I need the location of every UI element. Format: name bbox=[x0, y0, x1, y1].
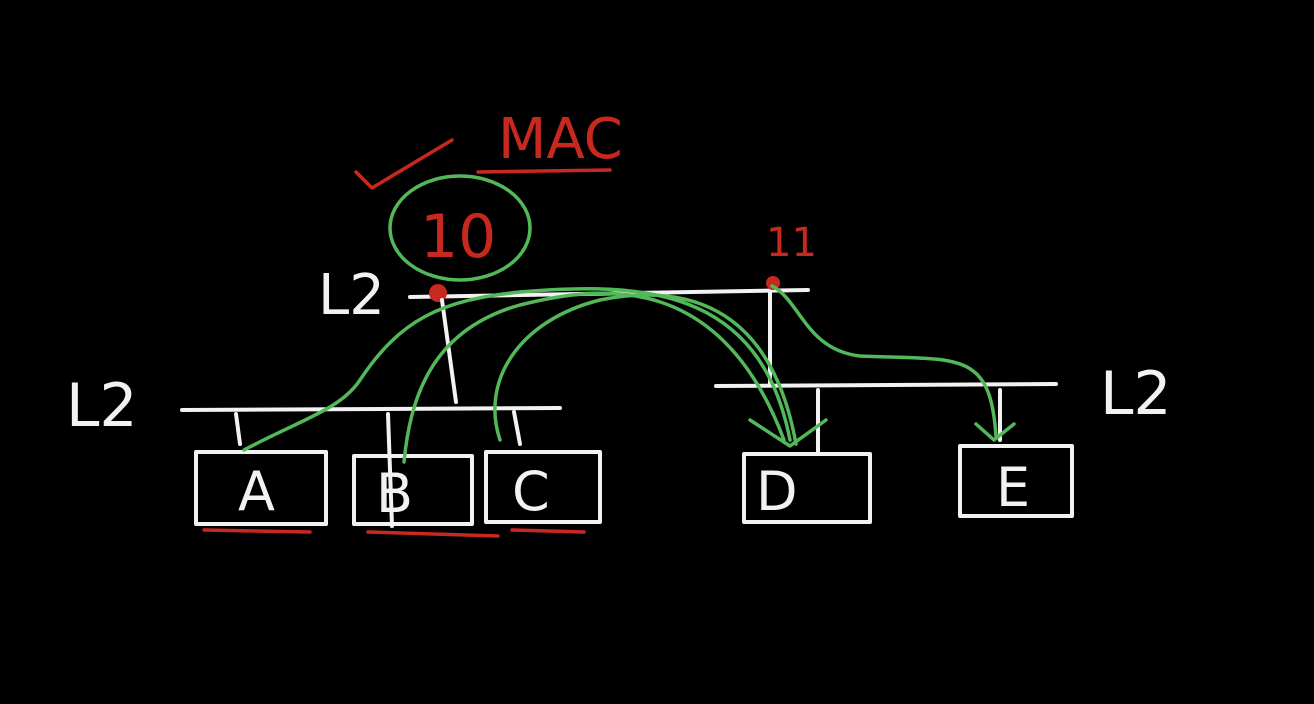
drop-c bbox=[512, 410, 522, 446]
host-c: C bbox=[484, 450, 602, 534]
host-b-label: B bbox=[376, 462, 413, 525]
host-c-label: C bbox=[512, 460, 550, 523]
mac-annotation: MAC bbox=[354, 107, 623, 190]
check-mark-icon bbox=[354, 138, 454, 190]
switch-right-top-label: 11 bbox=[766, 220, 817, 266]
host-a: A bbox=[194, 450, 328, 534]
host-a-underline bbox=[202, 528, 312, 534]
switch-left-top-label: 10 bbox=[420, 202, 496, 272]
layer-right-label: L2 bbox=[1100, 359, 1172, 429]
layer-left-label: L2 bbox=[66, 371, 138, 441]
drop-a bbox=[234, 412, 242, 446]
right-bus-line bbox=[714, 382, 1058, 388]
diagram-svg: MAC 10 11 L2 L2 L2 A B C D E bbox=[66, 107, 1172, 538]
port-dot-left bbox=[429, 284, 447, 302]
layer-top-label: L2 bbox=[318, 263, 385, 328]
mac-label: MAC bbox=[498, 107, 623, 172]
host-a-label: A bbox=[238, 460, 275, 523]
host-d-label: D bbox=[756, 460, 798, 523]
host-b-underline bbox=[366, 530, 500, 538]
host-d: D bbox=[742, 452, 872, 524]
host-e-label: E bbox=[996, 456, 1030, 519]
host-b: B bbox=[352, 454, 500, 538]
host-e: E bbox=[958, 444, 1074, 519]
path-to-e bbox=[770, 284, 998, 438]
right-segment: L2 bbox=[714, 290, 1172, 454]
mac-underline bbox=[476, 168, 612, 174]
host-c-underline bbox=[510, 528, 586, 534]
network-diagram: MAC 10 11 L2 L2 L2 A B C D E bbox=[0, 0, 1314, 704]
left-bus-line bbox=[180, 406, 562, 412]
